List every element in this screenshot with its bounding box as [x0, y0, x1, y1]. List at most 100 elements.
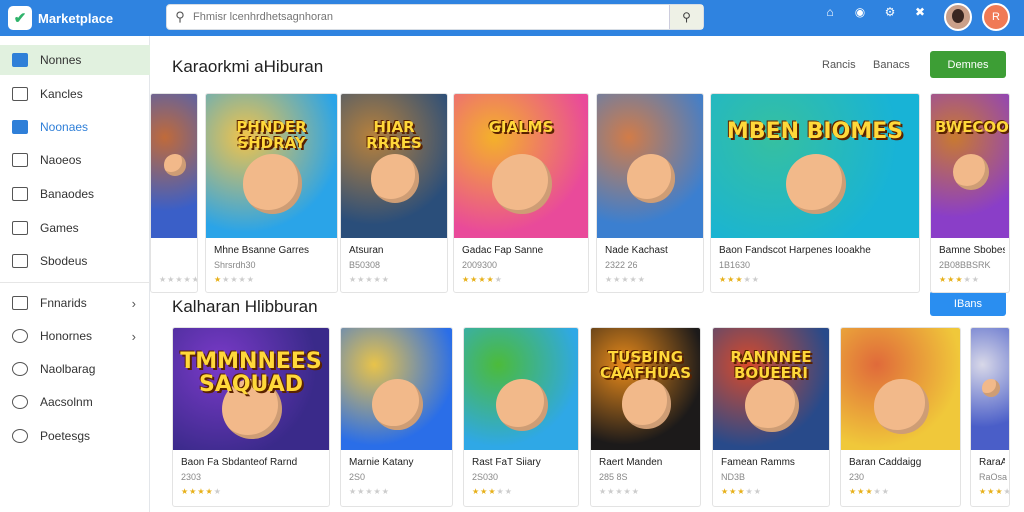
star-rating: ★★★★★ [605, 275, 646, 284]
star-icon: ★ [381, 275, 390, 284]
star-icon: ★ [488, 487, 497, 496]
sidebar-item-7[interactable]: Fnnarids › [0, 288, 150, 318]
search-input[interactable] [193, 6, 669, 28]
tools-icon[interactable]: ✖ [910, 6, 930, 28]
game-card[interactable]: BWECOORS Bamne Sbobes 2B08BBSRK ★★★★★ [930, 93, 1010, 293]
game-art-title: MBEN BIOMES [726, 118, 904, 144]
star-icon: ★ [737, 487, 746, 496]
star-icon: ★ [504, 487, 513, 496]
game-card[interactable]: Nade Kachast 2322 26 ★★★★★ [596, 93, 704, 293]
game-name[interactable]: Rast FaT Siiary [472, 457, 574, 468]
game-card[interactable]: ★★★★★ [150, 93, 198, 293]
profile-avatar[interactable]: R [982, 3, 1010, 31]
sidebar-item-8[interactable]: Honornes › [0, 321, 150, 351]
character-art [372, 379, 423, 431]
game-card[interactable]: HIAR RRRES Atsuran B50308 ★★★★★ [340, 93, 448, 293]
game-downloads: 230 [849, 472, 865, 482]
chevron-right-icon: › [131, 295, 136, 311]
star-icon: ★ [175, 275, 184, 284]
sidebar-item-9[interactable]: Naolbarag [0, 354, 150, 384]
sidebar-item-11[interactable]: Poetesgs [0, 421, 150, 451]
sidebar-item-5[interactable]: Games [0, 213, 150, 243]
game-card[interactable]: MBEN BIOMES Baon Fandscot Harpenes Iooakh… [710, 93, 920, 293]
sidebar-item-label: Banaodes [40, 187, 95, 201]
game-name[interactable]: Nade Kachast [605, 245, 699, 256]
star-icon: ★ [873, 487, 882, 496]
star-rating: ★★★★★ [349, 275, 390, 284]
game-card[interactable]: RaraAr RaOsa ★★★★★ [970, 327, 1010, 507]
sidebar-item-4[interactable]: Banaodes [0, 179, 150, 209]
star-icon: ★ [1004, 487, 1009, 496]
sidebar-item-6[interactable]: Sbodeus [0, 246, 150, 276]
filter-link[interactable]: Banacs [873, 59, 910, 71]
sidebar-item-10[interactable]: Aacsolnm [0, 387, 150, 417]
settings-icon[interactable]: ⚙ [880, 6, 900, 28]
star-icon: ★ [478, 275, 487, 284]
star-icon: ★ [381, 487, 390, 496]
star-rating: ★★★★★ [599, 487, 640, 496]
sidebar-item-label: Poetesgs [40, 429, 91, 443]
game-name[interactable]: Baon Fandscot Harpenes Iooakhe [719, 245, 915, 256]
sidebar-item-icon [12, 296, 28, 310]
game-name[interactable]: Marnie Katany [349, 457, 448, 468]
star-rating: ★★★★★ [849, 487, 890, 496]
sidebar-item-1[interactable]: Kancles [0, 79, 150, 109]
sidebar-item-icon [12, 187, 28, 201]
demo-button[interactable]: Demnes [930, 51, 1006, 78]
game-name[interactable]: Baon Fa Sbdanteof Rarnd [181, 457, 325, 468]
more-button[interactable]: IBans [930, 291, 1006, 316]
character-art [626, 154, 676, 204]
bell-icon[interactable]: ◉ [850, 6, 870, 28]
search-button[interactable]: ⚲ [669, 5, 703, 29]
game-name[interactable]: Atsuran [349, 245, 443, 256]
star-icon: ★ [881, 487, 890, 496]
game-name[interactable]: Mhne Bsanne Garres [214, 245, 333, 256]
game-thumbnail [971, 328, 1009, 450]
game-thumbnail: BWECOORS [931, 94, 1009, 238]
game-card[interactable]: TUSBING CAAFHUAS Raert Manden 285 8S ★★★★★ [590, 327, 701, 507]
game-card[interactable]: RANNNEE BOUEERI Famean Ramms ND3B ★★★★★ [712, 327, 830, 507]
sidebar-item-0[interactable]: Nonnes [0, 45, 150, 75]
game-thumbnail: RANNNEE BOUEERI [713, 328, 829, 450]
game-name[interactable]: Baran Caddaigg [849, 457, 956, 468]
star-rating: ★★★★★ [719, 275, 760, 284]
sort-link[interactable]: Rancis [822, 59, 856, 71]
user-avatar[interactable] [944, 3, 972, 31]
game-card[interactable]: GIALMS Gadac Fap Sanne 2009300 ★★★★★ [453, 93, 589, 293]
star-icon: ★ [373, 487, 382, 496]
game-card[interactable]: Marnie Katany 2S0 ★★★★★ [340, 327, 453, 507]
sidebar: Nonnes Kancles Noonaes Naoeos Banaodes Games S… [0, 36, 150, 512]
sidebar-item-2[interactable]: Noonaes [0, 112, 150, 142]
star-icon: ★ [246, 275, 255, 284]
game-card[interactable]: PHNDER SHDRAY Mhne Bsanne Garres Shrsrdh30… [205, 93, 338, 293]
game-name[interactable]: Famean Ramms [721, 457, 825, 468]
star-icon: ★ [745, 487, 754, 496]
app-logo[interactable]: ✔ Marketplace [8, 6, 113, 30]
game-name[interactable]: Raert Manden [599, 457, 696, 468]
sidebar-item-icon [12, 120, 28, 134]
star-icon: ★ [365, 487, 374, 496]
game-card[interactable]: Baran Caddaigg 230 ★★★★★ [840, 327, 961, 507]
search-bar[interactable]: ⚲ ⚲ [166, 4, 704, 30]
character-art [745, 379, 799, 433]
star-icon: ★ [494, 275, 503, 284]
home-icon[interactable]: ⌂ [820, 6, 840, 28]
game-card[interactable]: TMMNNEES SAQUAD Baon Fa Sbdanteof Rarnd 23… [172, 327, 330, 507]
game-art-title: TMMNNEES SAQUAD [180, 348, 322, 398]
sidebar-item-label: Nonnes [40, 53, 82, 67]
star-icon: ★ [214, 275, 223, 284]
character-art [621, 379, 672, 430]
star-icon: ★ [365, 275, 374, 284]
game-thumbnail [597, 94, 703, 238]
star-icon: ★ [238, 275, 247, 284]
star-rating: ★★★★★ [159, 275, 197, 284]
star-icon: ★ [472, 487, 481, 496]
game-name[interactable]: RaraAr [979, 457, 1005, 468]
sidebar-item-icon [12, 53, 28, 67]
sidebar-item-3[interactable]: Naoeos [0, 145, 150, 175]
star-rating: ★★★★★ [979, 487, 1009, 496]
game-name[interactable]: Gadac Fap Sanne [462, 245, 584, 256]
game-name[interactable]: Bamne Sbobes [939, 245, 1005, 256]
star-icon: ★ [349, 275, 358, 284]
game-card[interactable]: Rast FaT Siiary 2S030 ★★★★★ [463, 327, 579, 507]
